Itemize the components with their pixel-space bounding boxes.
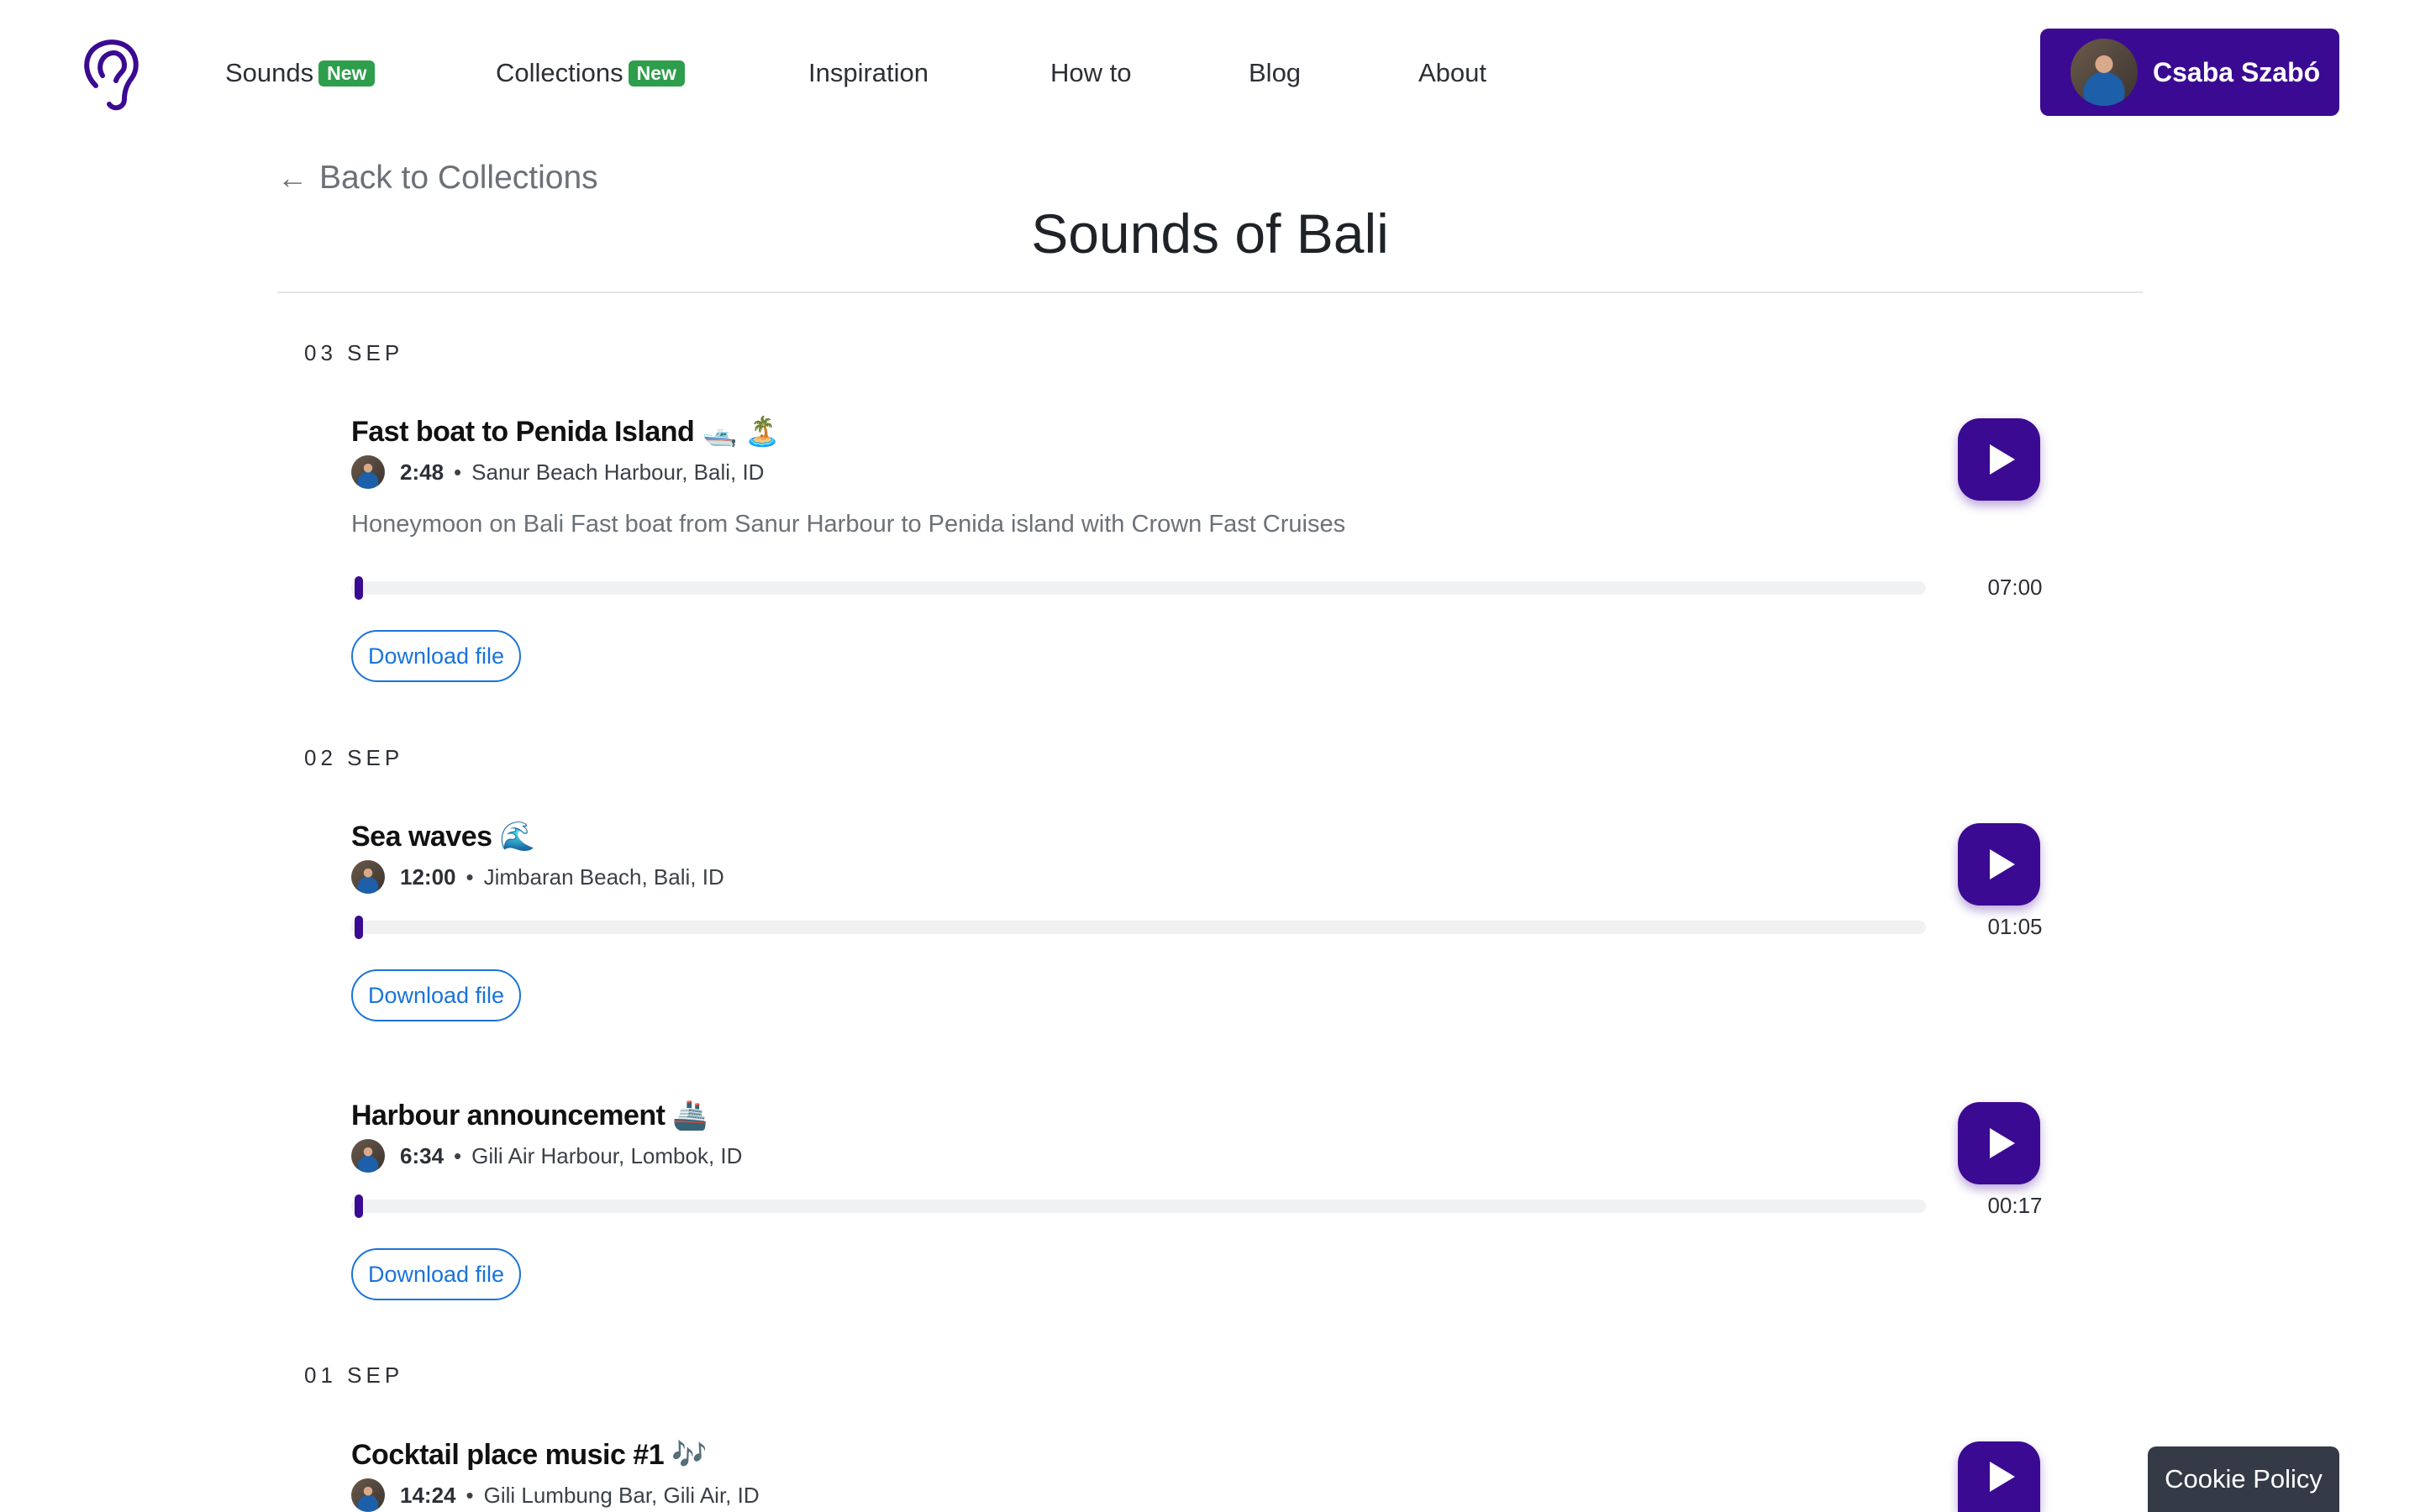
- new-badge: New: [628, 60, 685, 87]
- sound-entry: Cocktail place music #1 🎶 14:24 • Gili L…: [351, 1438, 2040, 1512]
- audio-progress-handle[interactable]: [355, 1194, 363, 1218]
- back-to-collections-link[interactable]: ← Back to Collections: [277, 160, 598, 197]
- play-icon: [1990, 1462, 2015, 1492]
- back-link-label: Back to Collections: [319, 160, 598, 196]
- sound-description: Honeymoon on Bali Fast boat from Sanur H…: [351, 511, 1346, 538]
- play-button[interactable]: [1958, 823, 2040, 906]
- author-avatar[interactable]: [351, 455, 385, 489]
- user-avatar: [2070, 39, 2138, 106]
- separator-dot: •: [466, 1482, 474, 1508]
- sound-time: 2:48: [400, 459, 445, 485]
- nav-blog[interactable]: Blog: [1249, 58, 1301, 88]
- page-title: Sounds of Bali: [1031, 202, 1389, 265]
- separator-dot: •: [466, 864, 474, 890]
- sound-title[interactable]: Harbour announcement 🚢: [351, 1099, 708, 1132]
- sound-meta: 14:24 • Gili Lumbung Bar, Gili Air, ID: [351, 1478, 760, 1512]
- audio-progress-track[interactable]: [351, 916, 1926, 939]
- sound-entry: Fast boat to Penida Island 🛥️ 🏝️ 2:48 • …: [351, 415, 2043, 684]
- play-icon: [1990, 1128, 2015, 1158]
- play-button[interactable]: [1958, 418, 2040, 501]
- sound-entry: Harbour announcement 🚢 6:34 • Gili Air H…: [351, 1099, 2043, 1300]
- sound-duration: 00:17: [1987, 1193, 2043, 1218]
- download-file-button[interactable]: Download file: [351, 969, 521, 1021]
- top-navbar: Sounds New Collections New Inspiration H…: [0, 0, 2420, 143]
- sound-time: 14:24: [400, 1482, 456, 1508]
- sound-location: Jimbaran Beach, Bali, ID: [483, 864, 724, 890]
- sound-entry: Sea waves 🌊 12:00 • Jimbaran Beach, Bali…: [351, 820, 2043, 1021]
- sound-time: 6:34: [400, 1142, 445, 1168]
- nav-sounds-label: Sounds: [225, 58, 314, 87]
- separator-dot: •: [454, 1142, 462, 1168]
- date-heading: 02 SEP: [304, 745, 404, 770]
- sound-location: Gili Lumbung Bar, Gili Air, ID: [483, 1482, 760, 1508]
- sound-location: Sanur Beach Harbour, Bali, ID: [471, 459, 765, 485]
- audio-progress-handle[interactable]: [355, 916, 363, 939]
- sound-meta: 12:00 • Jimbaran Beach, Bali, ID: [351, 860, 724, 894]
- play-button[interactable]: [1958, 1441, 2040, 1512]
- play-icon: [1990, 849, 2015, 879]
- author-avatar[interactable]: [351, 1139, 385, 1173]
- user-name: Csaba Szabó: [2153, 56, 2321, 87]
- sound-location: Gili Air Harbour, Lombok, ID: [471, 1142, 743, 1168]
- audio-progress-track[interactable]: [351, 576, 1926, 600]
- sound-title[interactable]: Cocktail place music #1 🎶: [351, 1438, 707, 1472]
- date-heading: 03 SEP: [304, 340, 404, 365]
- nav-collections-label: Collections: [496, 58, 623, 87]
- cookie-policy-button[interactable]: Cookie Policy: [2148, 1446, 2339, 1512]
- play-button[interactable]: [1958, 1102, 2040, 1184]
- download-file-button[interactable]: Download file: [351, 630, 521, 682]
- sound-title[interactable]: Fast boat to Penida Island 🛥️ 🏝️: [351, 415, 780, 449]
- new-badge: New: [318, 60, 376, 87]
- date-heading: 01 SEP: [304, 1362, 404, 1388]
- nav-sounds[interactable]: Sounds New: [225, 58, 376, 88]
- arrow-left-icon: ←: [277, 160, 308, 195]
- download-file-button[interactable]: Download file: [351, 1248, 521, 1300]
- sound-duration: 01:05: [1987, 914, 2043, 939]
- author-avatar[interactable]: [351, 860, 385, 894]
- play-icon: [1990, 444, 2015, 475]
- sound-duration: 07:00: [1987, 575, 2043, 600]
- audio-progress-handle[interactable]: [355, 576, 363, 600]
- nav-how-to[interactable]: How to: [1050, 58, 1131, 88]
- sound-meta: 2:48 • Sanur Beach Harbour, Bali, ID: [351, 455, 764, 489]
- user-menu-button[interactable]: Csaba Szabó: [2040, 29, 2339, 116]
- sound-title[interactable]: Sea waves 🌊: [351, 820, 535, 853]
- sound-meta: 6:34 • Gili Air Harbour, Lombok, ID: [351, 1139, 742, 1173]
- sound-time: 12:00: [400, 864, 456, 890]
- author-avatar[interactable]: [351, 1478, 385, 1512]
- separator-dot: •: [454, 459, 462, 485]
- ear-icon[interactable]: [77, 34, 145, 111]
- audio-progress-track[interactable]: [351, 1194, 1926, 1218]
- nav-inspiration[interactable]: Inspiration: [808, 58, 929, 88]
- nav-collections[interactable]: Collections New: [496, 58, 685, 88]
- divider: [277, 291, 2143, 293]
- nav-about[interactable]: About: [1418, 58, 1486, 88]
